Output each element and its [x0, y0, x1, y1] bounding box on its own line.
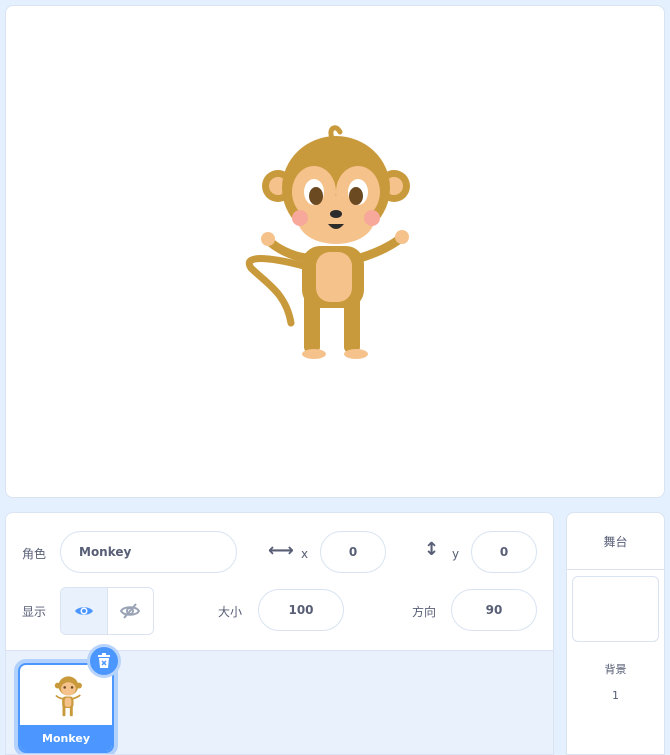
size-input[interactable]: 100: [258, 589, 344, 631]
sprite-properties: 角色 Monkey ⟷ x 0 ↕ y 0 显示 大小 100 方向 90: [6, 513, 553, 651]
show-button[interactable]: [61, 588, 108, 634]
stage-pane-title: 舞台: [567, 513, 664, 570]
hide-button[interactable]: [107, 588, 153, 634]
backdrops-count: 1: [612, 689, 619, 702]
eye-slash-icon: [120, 603, 141, 619]
stage-selector-pane[interactable]: 舞台 背景 1: [566, 512, 665, 755]
vertical-arrows-icon: ↕: [424, 539, 440, 560]
monkey-thumbnail: [54, 676, 82, 717]
stage[interactable]: [5, 5, 665, 498]
y-label: y: [452, 547, 460, 561]
direction-label: 方向: [412, 605, 437, 619]
sprite-tile-label: Monkey: [20, 725, 112, 751]
delete-sprite-button[interactable]: [87, 644, 121, 678]
stage-thumbnail[interactable]: [572, 576, 659, 642]
trash-icon: [98, 653, 110, 668]
eye-icon: [74, 607, 93, 615]
show-label: 显示: [22, 605, 47, 619]
y-input[interactable]: 0: [471, 531, 537, 573]
visibility-toggle: [60, 587, 154, 635]
monkey-sprite[interactable]: [236, 118, 421, 368]
backdrops-label: 背景: [604, 663, 627, 676]
x-input[interactable]: 0: [320, 531, 386, 573]
sprite-label: 角色: [22, 547, 47, 561]
sprite-info-pane: 角色 Monkey ⟷ x 0 ↕ y 0 显示 大小 100 方向 90 Mo…: [5, 512, 554, 755]
size-label: 大小: [218, 605, 243, 619]
sprite-name-input[interactable]: Monkey: [60, 531, 237, 573]
direction-input[interactable]: 90: [451, 589, 537, 631]
horizontal-arrows-icon: ⟷: [268, 540, 294, 561]
x-label: x: [301, 547, 309, 561]
